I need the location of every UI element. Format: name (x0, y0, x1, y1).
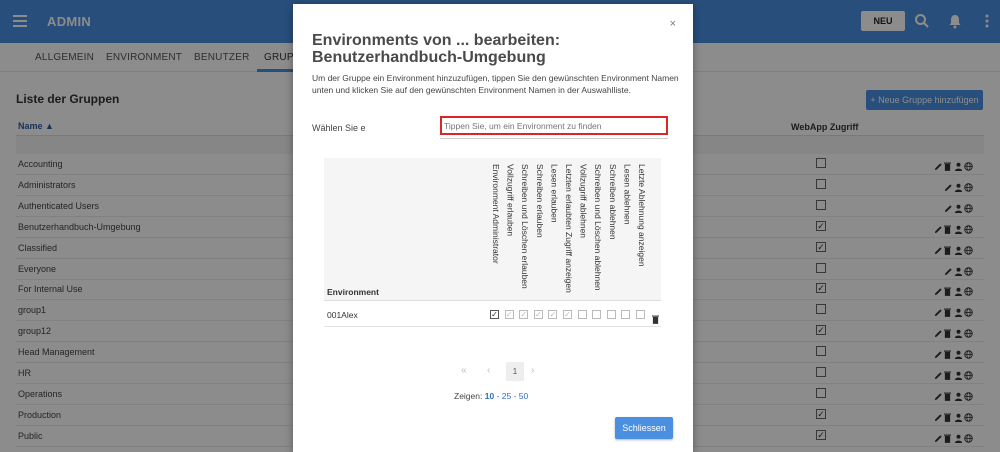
close-icon[interactable]: × (670, 18, 676, 30)
dialog-description: Um der Gruppe ein Environment hinzuzufüg… (312, 73, 679, 95)
permission-column-header: Letzte Ablehnung anzeigen (633, 164, 647, 298)
permission-column-header: Schreiben und Löschen ablehnen (589, 164, 603, 298)
permission-column-label: Vollzugriff erlauben (505, 164, 516, 237)
permission-column-header: Vollzugriff erlauben (502, 164, 516, 298)
permission-column-label: Vollzugriff ablehnen (578, 164, 589, 239)
permission-checkbox[interactable] (592, 310, 602, 319)
pagination: « ‹ 1 › (293, 361, 693, 383)
permissions-table: Environment Environment Administrator Vol… (324, 158, 661, 333)
permission-column-label: Environment Administrator (491, 164, 501, 264)
permission-column-header: Vollzugriff ablehnen (575, 164, 589, 298)
permission-column-label: Letzten erlaubten Zugriff anzeigen (564, 164, 574, 293)
close-button[interactable]: Schliessen (615, 417, 673, 439)
page-size-25[interactable]: 25 (502, 391, 511, 401)
permission-checkbox[interactable]: ✓ (533, 310, 543, 319)
permission-column-header: Lesen erlauben (545, 164, 559, 298)
permission-column-label: Schreiben und Löschen ablehnen (593, 164, 604, 291)
remove-environment-icon[interactable] (651, 311, 660, 324)
page-size-selector: Zeigen: 10 - 25 - 50 (454, 391, 528, 401)
permission-checkbox[interactable] (636, 310, 645, 319)
edit-environments-dialog: × Environments von ... bearbeiten: Benut… (293, 4, 693, 452)
prev-page-button[interactable]: ‹ (487, 365, 490, 376)
input-underline (440, 138, 668, 139)
permission-column-label: Schreiben und Löschen erlauben (520, 164, 531, 289)
permission-column-header: Environment Administrator (487, 164, 501, 298)
permission-column-header: Schreiben und Löschen erlauben (516, 164, 530, 298)
select-environment-label: Wählen Sie e (312, 123, 366, 133)
next-page-button[interactable]: › (531, 365, 534, 376)
page-size-separator: - (494, 391, 502, 401)
environment-name: 001Alex (327, 310, 358, 320)
permission-checkbox[interactable]: ✓ (563, 310, 572, 319)
permission-column-label: Schreiben erlauben (534, 164, 545, 238)
permission-checkbox[interactable]: ✓ (548, 310, 558, 319)
permissions-table-header: Environment Environment Administrator Vol… (324, 158, 661, 301)
environment-search-input[interactable] (440, 116, 668, 135)
permission-column-label: Lesen ablehnen (622, 164, 633, 225)
permission-checkbox[interactable] (577, 310, 587, 319)
permission-column-label: Schreiben ablehnen (607, 164, 618, 240)
permission-checkbox[interactable] (621, 310, 631, 319)
permission-column-header: Schreiben erlauben (531, 164, 545, 298)
permission-checkbox[interactable]: ✓ (504, 310, 514, 319)
permission-checkbox[interactable] (606, 310, 616, 319)
dialog-title: Environments von ... bearbeiten: Benutze… (312, 32, 561, 66)
permission-checkbox[interactable]: ✓ (519, 310, 529, 319)
page-size-10[interactable]: 10 (485, 391, 494, 401)
permission-column-header: Lesen ablehnen (618, 164, 632, 298)
column-header-environment: Environment (327, 287, 379, 297)
permission-column-header: Schreiben ablehnen (604, 164, 618, 298)
permission-column-label: Lesen erlauben (549, 164, 560, 223)
page-size-50[interactable]: 50 (519, 391, 528, 401)
permission-column-header: Letzten erlaubten Zugriff anzeigen (560, 164, 574, 298)
permission-checkbox[interactable]: ✓ (490, 310, 499, 319)
current-page[interactable]: 1 (506, 362, 524, 381)
show-label: Zeigen: (454, 391, 483, 401)
table-row: 001Alex ✓ ✓ ✓ ✓ ✓ ✓ (324, 301, 661, 327)
first-page-button[interactable]: « (461, 365, 467, 376)
permission-column-label: Letzte Ablehnung anzeigen (637, 164, 647, 267)
page-size-separator: - (511, 391, 519, 401)
